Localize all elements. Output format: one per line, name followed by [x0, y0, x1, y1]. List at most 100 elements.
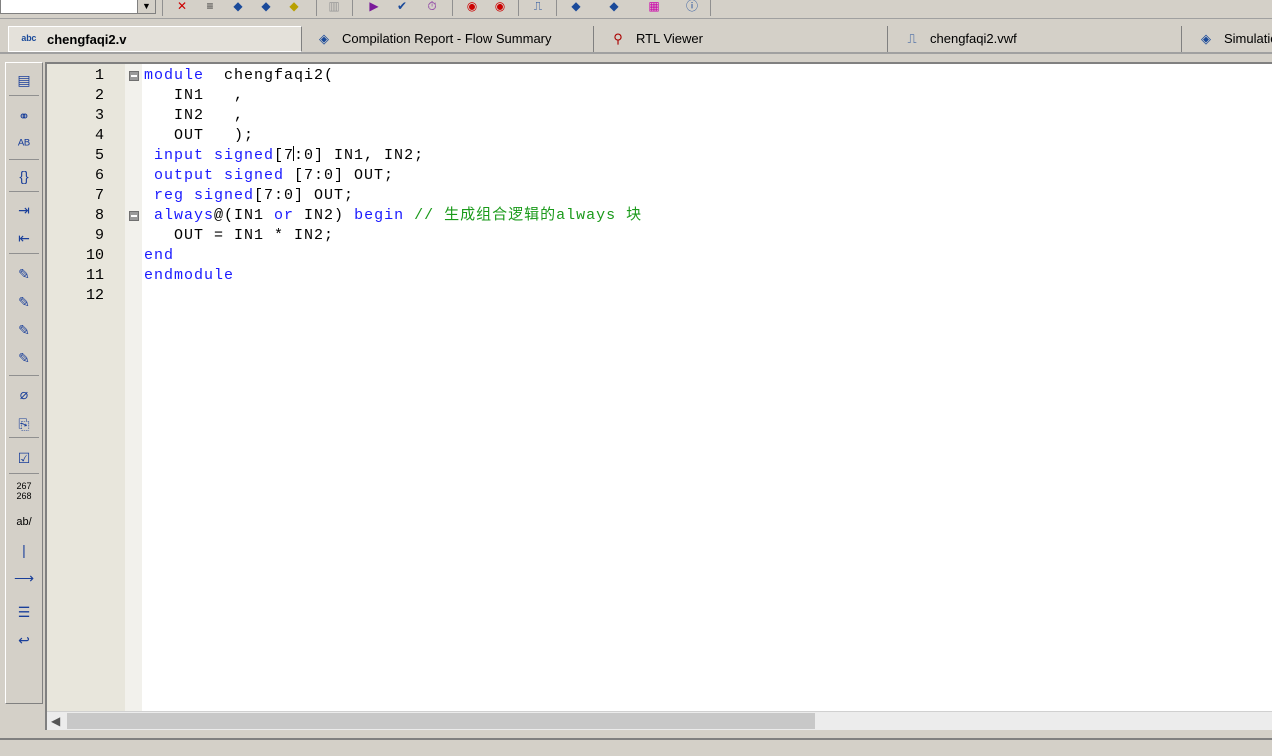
- tab-label: chengfaqi2.v: [47, 32, 127, 47]
- code-text: OUT );: [144, 127, 255, 144]
- whitespace-icon[interactable]: ⟶: [10, 567, 38, 589]
- compile-icon[interactable]: ◆: [284, 0, 304, 14]
- netlist-icon[interactable]: ▦: [644, 0, 664, 14]
- next-bookmark-icon[interactable]: ✎: [10, 291, 38, 313]
- scroll-left-icon[interactable]: ◀: [51, 712, 65, 730]
- code-line[interactable]: input signed[7:0] IN1, IN2;: [144, 146, 424, 166]
- code-line[interactable]: output signed [7:0] OUT;: [144, 166, 394, 186]
- simulation-report-icon: ◈: [1201, 31, 1211, 46]
- vertical-line-icon[interactable]: |: [10, 539, 38, 561]
- bookmark-icon[interactable]: ✎: [10, 263, 38, 285]
- toolbar-separator: [9, 191, 39, 192]
- text-editor[interactable]: 1 2 3 4 5 6 7 8 9 10 11 12 module chengfaqi2( IN1 ,…: [45, 62, 1272, 730]
- toolbar-separator: [316, 0, 317, 16]
- braces-icon[interactable]: {}: [10, 165, 38, 187]
- toolbar-separator: [9, 95, 39, 96]
- waveform-icon: ⎍: [907, 31, 917, 46]
- line-number: 8: [94, 207, 104, 224]
- simulation-icon[interactable]: ⎍: [528, 0, 548, 14]
- find-icon[interactable]: ⚭: [10, 105, 38, 127]
- insert-template-icon[interactable]: ▤: [10, 69, 38, 91]
- tab-chengfaqi2-v[interactable]: ᵃᵇᶜ chengfaqi2.v: [8, 26, 302, 52]
- chip-planner-icon[interactable]: ✕: [172, 0, 192, 14]
- help-icon[interactable]: ⓘ: [682, 0, 702, 14]
- code-text: IN2 ,: [144, 107, 245, 124]
- stop-icon[interactable]: ▥: [324, 0, 344, 14]
- toolbar-separator: [9, 253, 39, 254]
- fold-toggle-icon[interactable]: [129, 211, 139, 221]
- code-line[interactable]: IN2 ,: [144, 106, 244, 126]
- report-icon: ◈: [319, 31, 329, 46]
- chevron-down-icon[interactable]: ▼: [137, 0, 155, 13]
- start-compilation-icon[interactable]: ✔: [392, 0, 412, 14]
- unindent-icon[interactable]: ⇤: [10, 227, 38, 249]
- scrollbar-thumb[interactable]: [67, 713, 815, 729]
- signaltap-icon[interactable]: ◉: [490, 0, 510, 14]
- line-number-gutter: 1 2 3 4 5 6 7 8 9 10 11 12: [47, 64, 125, 712]
- assignment-icon[interactable]: ◆: [228, 0, 248, 14]
- check-icon[interactable]: ☑: [10, 447, 38, 469]
- code-text: [7:0] OUT;: [284, 167, 395, 184]
- pin-planner-icon[interactable]: ≡: [200, 0, 220, 14]
- code-line[interactable]: end: [144, 246, 174, 266]
- spell-icon[interactable]: ab/: [10, 511, 38, 533]
- code-line[interactable]: module chengfaqi2(: [144, 66, 334, 86]
- rtl-viewer-icon[interactable]: ◆: [566, 0, 586, 14]
- toolbar-combobox[interactable]: ▼: [0, 0, 156, 14]
- code-text: IN2): [294, 207, 355, 224]
- scroll-icon[interactable]: ⎘: [10, 413, 38, 435]
- tab-label: RTL Viewer: [636, 31, 703, 46]
- tab-chengfaqi2-vwf[interactable]: ⎍ chengfaqi2.vwf: [892, 26, 1182, 52]
- code-line[interactable]: OUT = IN1 * IN2;: [144, 226, 334, 246]
- tab-label: Simulatio: [1224, 31, 1272, 46]
- line-number: 4: [94, 127, 104, 144]
- previous-bookmark-icon[interactable]: ✎: [10, 319, 38, 341]
- horizontal-scrollbar[interactable]: ◀: [47, 711, 1272, 730]
- timing-analyzer-icon[interactable]: ⏱: [422, 0, 442, 14]
- line-number: 2: [94, 87, 104, 104]
- line-number: 12: [85, 287, 104, 304]
- tab-simulatio[interactable]: ◈ Simulatio: [1186, 26, 1272, 52]
- clear-bookmarks-icon[interactable]: ✎: [10, 347, 38, 369]
- wrap-icon[interactable]: ↩: [10, 629, 38, 651]
- code-text: :0] IN1, IN2;: [294, 147, 425, 164]
- toolbar-separator: [162, 0, 163, 16]
- code-line[interactable]: IN1 ,: [144, 86, 244, 106]
- toolbar-separator: [452, 0, 453, 16]
- code-line[interactable]: always@(IN1 or IN2) begin // 生成组合逻辑的alwa…: [144, 206, 642, 226]
- start-analysis-icon[interactable]: ▶: [364, 0, 384, 14]
- status-bar: [0, 738, 1272, 756]
- verilog-file-icon: ᵃᵇᶜ: [21, 32, 37, 47]
- technology-map-icon[interactable]: ◆: [604, 0, 624, 14]
- code-line[interactable]: reg signed[7:0] OUT;: [144, 186, 354, 206]
- toolbar-separator: [9, 437, 39, 438]
- programmer-icon[interactable]: ◉: [462, 0, 482, 14]
- keyword: input signed: [144, 147, 275, 164]
- keyword: begin: [354, 207, 405, 224]
- replace-icon[interactable]: ᴬᴮ: [10, 133, 38, 155]
- toolbar-separator: [710, 0, 711, 16]
- line-numbers-icon[interactable]: 267 268: [10, 481, 38, 503]
- tab-label: chengfaqi2.vwf: [930, 31, 1017, 46]
- list-icon[interactable]: ☰: [10, 601, 38, 623]
- toolbar-separator: [9, 159, 39, 160]
- line-number: 3: [94, 107, 104, 124]
- line-number: 10: [85, 247, 104, 264]
- keyword: output signed: [144, 167, 285, 184]
- line-number: 6: [94, 167, 104, 184]
- code-line[interactable]: OUT );: [144, 126, 254, 146]
- fold-toggle-icon[interactable]: [129, 71, 139, 81]
- code-line[interactable]: endmodule: [144, 266, 234, 286]
- attach-icon[interactable]: ⌀: [10, 383, 38, 405]
- line-number: 9: [94, 227, 104, 244]
- editor-side-toolbar: ▤ ⚭ ᴬᴮ {} ⇥ ⇤ ✎ ✎ ✎ ✎ ⌀ ⎘ ☑ 267 268 ab/ | ⟶ ☰ ↩: [5, 62, 43, 704]
- tab-compilation-report-flow-summary[interactable]: ◈ Compilation Report - Flow Summary: [304, 26, 594, 52]
- toolbar-separator: [352, 0, 353, 16]
- toolbar-separator: [518, 0, 519, 16]
- tab-rtl-viewer[interactable]: ⚲ RTL Viewer: [598, 26, 888, 52]
- keyword: or: [274, 207, 295, 224]
- code-text: IN1 ,: [144, 87, 245, 104]
- keyword: endmodule: [144, 267, 235, 284]
- settings-icon[interactable]: ◆: [256, 0, 276, 14]
- indent-icon[interactable]: ⇥: [10, 199, 38, 221]
